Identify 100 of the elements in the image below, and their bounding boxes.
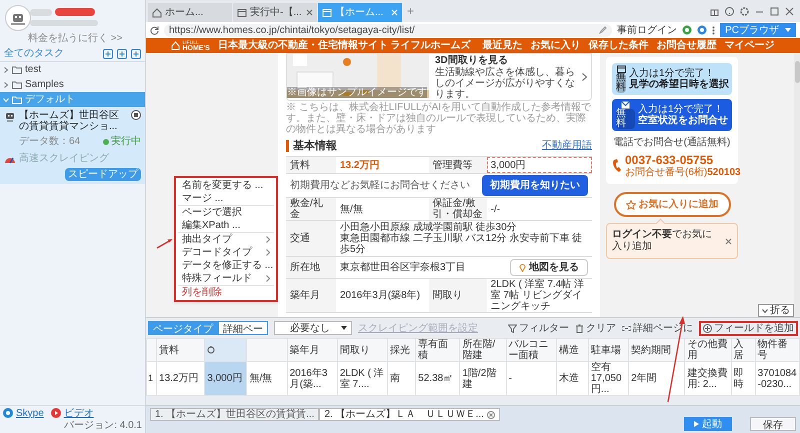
- close-icon[interactable]: [725, 238, 732, 244]
- url-field[interactable]: https://www.homes.co.jp/chintai/tokyo/setagaya-city/list/: [164, 24, 612, 36]
- column-header[interactable]: 間取り: [337, 338, 388, 362]
- chevron-right-icon: [3, 66, 9, 72]
- image-caption: ※画像はサンプルイメージです: [287, 87, 427, 98]
- table-value: 2LDK ( 洋室 7.4帖 洋室 7帖 リビングダイニングキッチ: [490, 279, 586, 312]
- run-tab[interactable]: 1. 【ホームズ】世田谷区の賃貸賃...: [150, 408, 320, 421]
- reload-icon[interactable]: [150, 26, 159, 34]
- export-icon[interactable]: [131, 48, 141, 58]
- dropdown[interactable]: 必要なし: [274, 321, 352, 335]
- column-header[interactable]: 入居: [731, 338, 756, 362]
- more-icon[interactable]: [712, 26, 716, 34]
- menu-item[interactable]: ページで選択: [176, 206, 276, 219]
- table-cell[interactable]: 建交換費用: 2...: [684, 362, 732, 396]
- nav-link[interactable]: マイページ: [724, 38, 775, 53]
- nav-link[interactable]: 最近見た: [482, 38, 523, 53]
- table-label: 交通: [286, 221, 336, 256]
- cost-inquiry-button[interactable]: 初期費用を知りたい: [482, 175, 588, 196]
- table-cell[interactable]: 3,000円: [204, 362, 247, 396]
- menu-item[interactable]: 名前を変更する ...: [176, 179, 276, 192]
- add-circle-icon: [703, 324, 712, 332]
- menu-item[interactable]: 特殊フィールド: [176, 272, 276, 285]
- close-icon[interactable]: [785, 6, 794, 16]
- map-button[interactable]: 地図を見る: [510, 259, 588, 276]
- add-icon[interactable]: [117, 48, 127, 58]
- folder-item[interactable]: test: [0, 62, 145, 77]
- menu-item[interactable]: 編集XPath ...: [176, 219, 276, 232]
- column-header[interactable]: [204, 338, 247, 362]
- table-cell[interactable]: 3701084-0230...: [755, 362, 800, 396]
- pre-login-link[interactable]: 事前ログイン: [617, 22, 678, 38]
- scrollbar-thumb[interactable]: [794, 61, 800, 83]
- robot-icon: [4, 110, 16, 122]
- glossary-link[interactable]: 不動産用語: [542, 138, 592, 154]
- table-cell[interactable]: 無/無: [246, 362, 288, 396]
- nav-link[interactable]: お気に入り: [530, 38, 581, 53]
- import-icon[interactable]: [103, 48, 113, 58]
- collapse-button[interactable]: 折る: [758, 304, 794, 317]
- column-header[interactable]: 構造: [556, 338, 588, 362]
- menu-item[interactable]: マージ ...: [176, 192, 276, 205]
- toolbar-button[interactable]: フィルター: [508, 320, 569, 336]
- menu-item[interactable]: 列を削除: [176, 286, 276, 299]
- table-cell[interactable]: 2016年3月(築...: [287, 362, 338, 396]
- column-header[interactable]: 賃料: [156, 338, 205, 362]
- browser-tab[interactable]: 実行中-【...: [233, 3, 317, 22]
- table-cell[interactable]: 2年間: [628, 362, 685, 396]
- column-header[interactable]: 築年月: [287, 338, 338, 362]
- table-cell[interactable]: 52.38㎡: [416, 362, 460, 396]
- column-header[interactable]: 物件番号: [755, 338, 800, 362]
- menu-item[interactable]: データを修正する ...: [176, 259, 276, 272]
- page-icon: [322, 8, 332, 18]
- chevron-right-icon: [3, 82, 9, 88]
- column-header[interactable]: 所在階/階建: [460, 338, 506, 362]
- table-cell[interactable]: 空有 17,050円...: [588, 362, 629, 396]
- stop-icon[interactable]: [131, 110, 141, 120]
- site-tagline: 日本最大級の不動産・住宅情報サイト ライフルホームズ: [218, 38, 471, 53]
- add-field-button[interactable]: フィールドを追加: [699, 320, 798, 336]
- skype-link[interactable]: Skype: [16, 406, 44, 420]
- table-label: 所在地: [286, 257, 336, 278]
- column-header[interactable]: 採光: [388, 338, 416, 362]
- table-label: 管理費等: [428, 157, 487, 173]
- table-cell[interactable]: 南: [388, 362, 416, 396]
- folder-item[interactable]: Samples: [0, 77, 145, 92]
- tour-card[interactable]: ※画像はサンプルイメージです 3D間取りを見る 生活動線や広さを体感し、暮らしのイメージが広がりやすくなります。: [286, 53, 592, 100]
- table-value: 13.2万円: [339, 158, 380, 172]
- column-header[interactable]: 専有面積: [416, 338, 460, 362]
- table-cell[interactable]: -: [506, 362, 556, 396]
- table-cell[interactable]: 1階/2階建: [460, 362, 506, 396]
- tour-title: 3D間取りを見る: [435, 55, 509, 66]
- column-header[interactable]: 駐車場: [588, 338, 629, 362]
- mail-icon: [621, 101, 630, 109]
- video-link[interactable]: ビデオ: [64, 406, 94, 420]
- column-header[interactable]: その他費用: [684, 338, 732, 362]
- task-card[interactable]: 【ホームズ】世田谷区の賃貸賃貸マンショ... データ数：64 実行中 高速スクレイピング スピードアップ: [0, 107, 145, 184]
- tour-description: 生活動線や広さを体感し、暮らしのイメージが広がりやすくなります。: [435, 67, 576, 100]
- table-value: 東京都世田谷区宇奈根3丁目: [339, 260, 467, 275]
- nav-link[interactable]: お問合せ履歴: [656, 38, 717, 53]
- menu-item[interactable]: 抽出タイプ: [176, 233, 276, 246]
- column-header[interactable]: バルコニー面積: [506, 338, 556, 362]
- robot-avatar-icon: [5, 5, 31, 31]
- menu-item[interactable]: デコードタイプ: [176, 246, 276, 259]
- maximize-icon[interactable]: [770, 6, 779, 16]
- column-header[interactable]: 契約期間: [628, 338, 685, 362]
- table-cell[interactable]: 即時: [731, 362, 756, 396]
- run-tab[interactable]: 2. 【ホームズ】ＬＡ ＵＬＵＷＥ...: [319, 408, 500, 421]
- chevron-down-icon: [3, 96, 9, 102]
- scrape-mode: 高速スクレイピング: [19, 152, 110, 166]
- toolbar-button[interactable]: クリア: [575, 320, 616, 336]
- nav-link[interactable]: 保存した条件: [588, 38, 649, 53]
- table-cell[interactable]: 木造: [556, 362, 588, 396]
- free-badge: 無料: [616, 109, 635, 129]
- browser-tab[interactable]: ホーム...: [148, 3, 232, 22]
- table-label: 間取り: [428, 279, 487, 312]
- settings-icon[interactable]: [740, 6, 749, 16]
- close-icon[interactable]: [306, 9, 313, 16]
- contact-button[interactable]: 無料 入力は1分で完了！ 空室状況をお問合せ: [612, 99, 732, 131]
- table-cell[interactable]: 2LDK ( 洋室 7....: [337, 362, 388, 396]
- row-number: 1: [146, 362, 157, 396]
- spinner-icon: [207, 346, 216, 354]
- page-type-tab[interactable]: 詳細ペー: [218, 321, 268, 335]
- save-button[interactable]: 保存: [750, 417, 796, 431]
